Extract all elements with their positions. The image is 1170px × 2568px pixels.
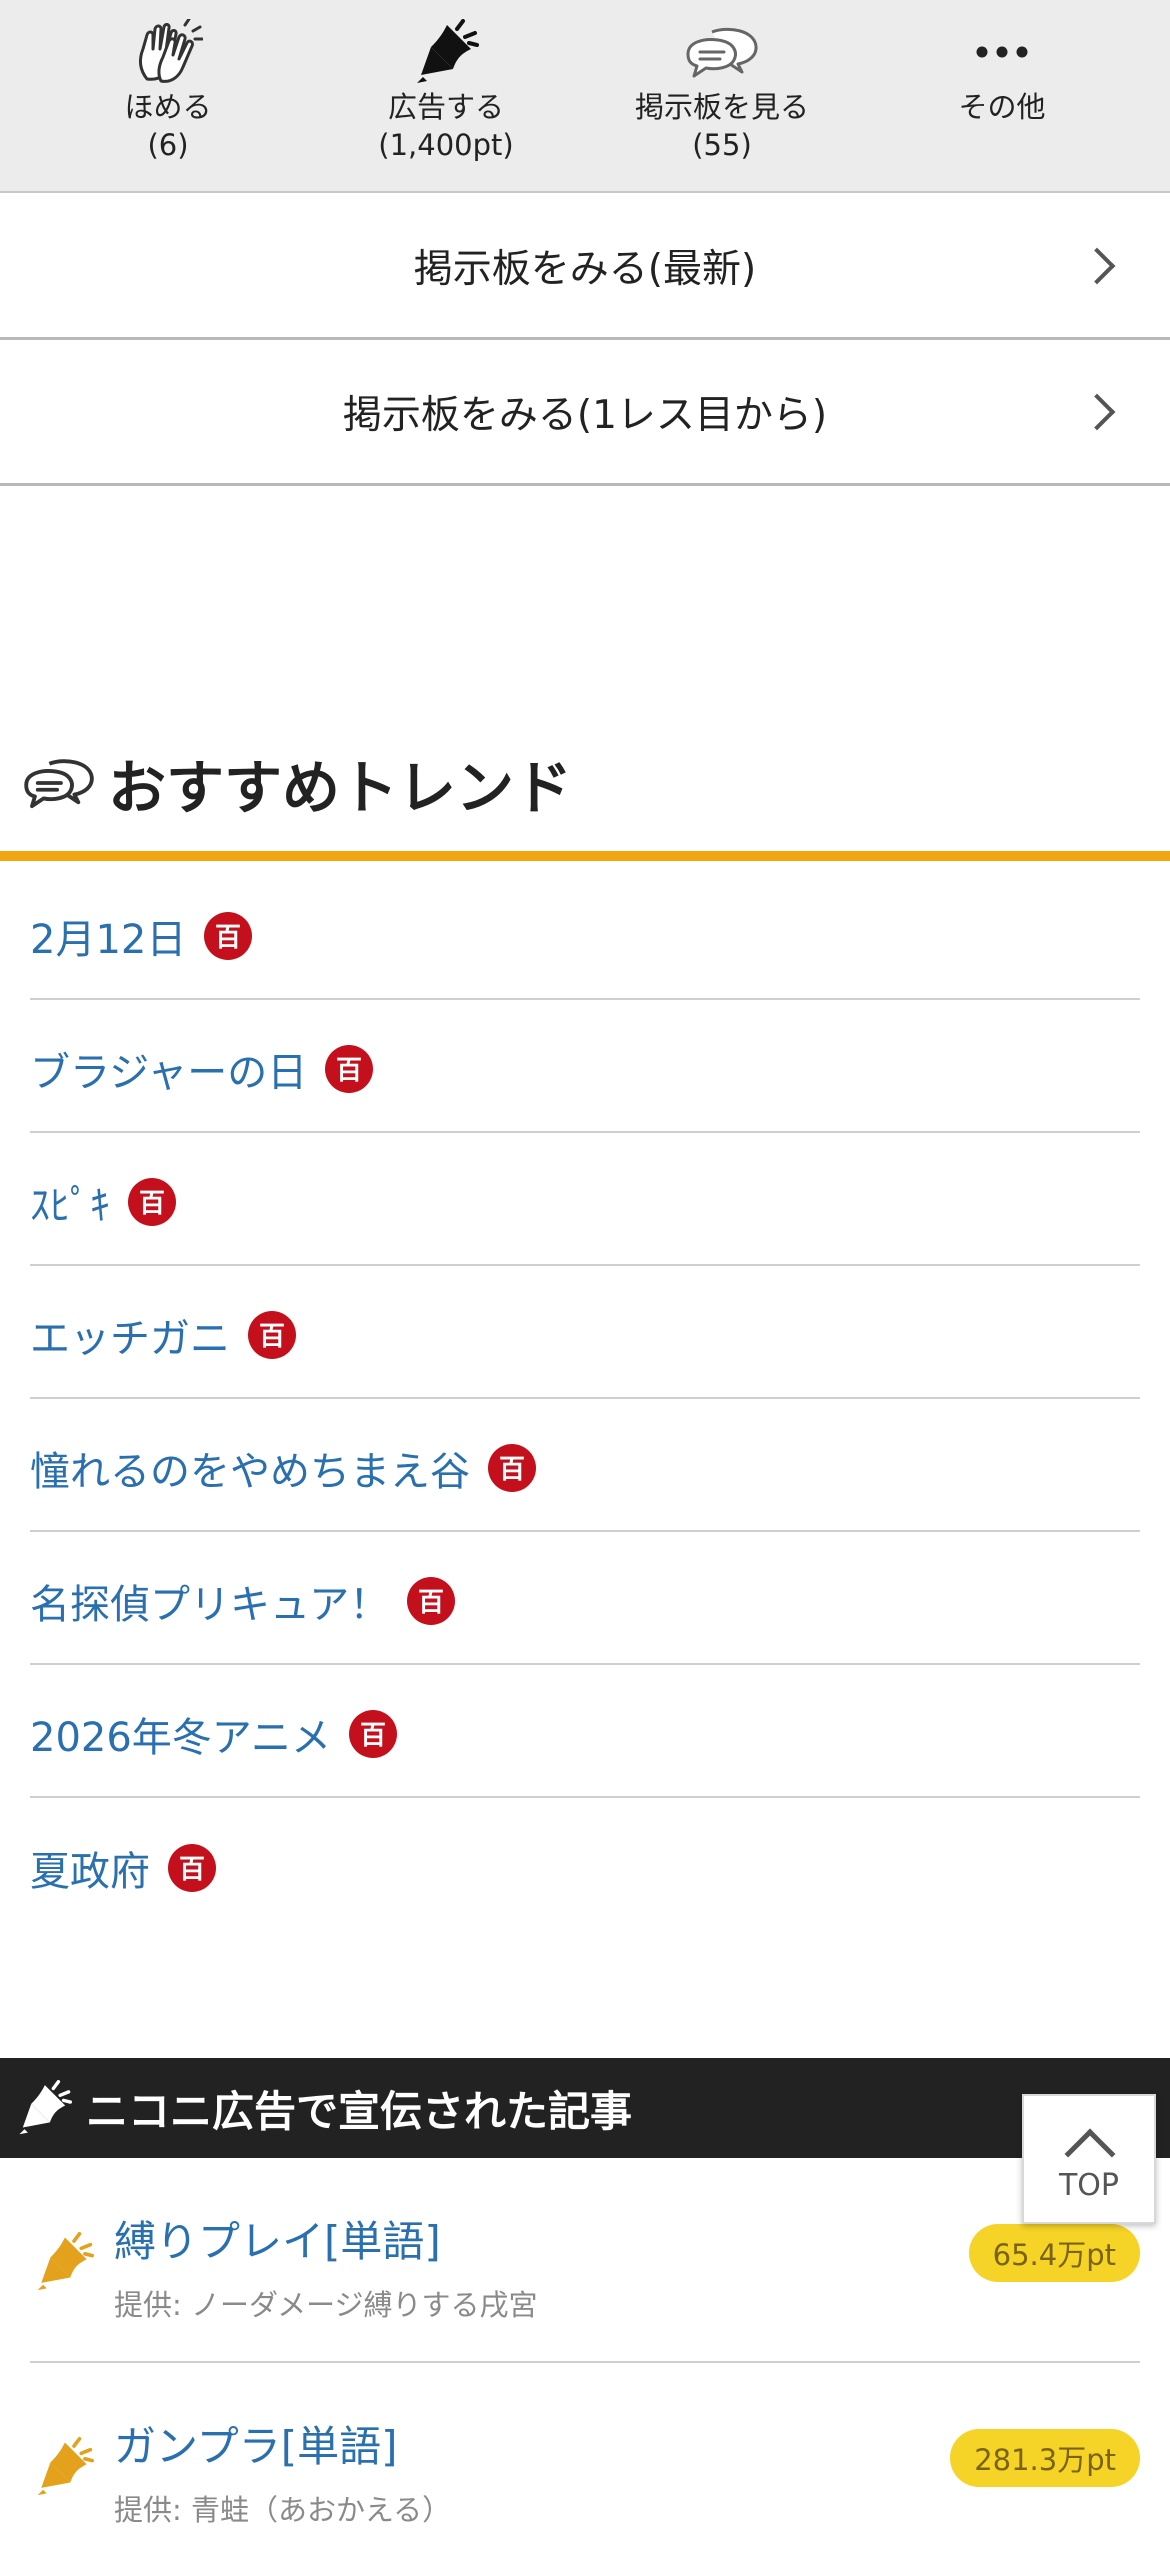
- chevron-right-icon: [1078, 393, 1116, 431]
- ad-item-sponsor: 提供: ノーダメージ縛りする戌宮: [114, 2288, 538, 2322]
- svg-text:百: 百: [179, 1855, 205, 1885]
- hyaku-badge-icon: 百: [488, 1443, 536, 1492]
- praise-count: (6): [147, 128, 189, 162]
- trend-item[interactable]: 名探偵プリキュア！ 百: [30, 1532, 1140, 1665]
- trends-divider: [0, 851, 1170, 861]
- praise-label: ほめる: [124, 90, 212, 124]
- ad-item[interactable]: 縛りプレイ[単語] 提供: ノーダメージ縛りする戌宮 65.4万pt: [30, 2158, 1140, 2363]
- ads-title: ニコニ広告で宣伝された記事: [86, 2086, 633, 2136]
- board-latest-link[interactable]: 掲示板をみる(最新): [0, 195, 1170, 340]
- trends-title: おすすめトレンド: [108, 754, 573, 822]
- trends-header: おすすめトレンド: [0, 738, 1170, 828]
- more-label: その他: [958, 90, 1046, 124]
- advertise-label: 広告する: [387, 90, 504, 124]
- ad-list: 縛りプレイ[単語] 提供: ノーダメージ縛りする戌宮 65.4万pt ガンプラ[…: [30, 2158, 1140, 2568]
- chevron-right-icon: [1078, 247, 1116, 285]
- view-board-count: (55): [692, 128, 752, 162]
- trend-item[interactable]: 2月12日 百: [30, 867, 1140, 1000]
- trend-item[interactable]: ｽﾋﾟｷ 百: [30, 1133, 1140, 1266]
- svg-text:百: 百: [499, 1455, 525, 1485]
- praise-button[interactable]: ほめる (6): [28, 16, 308, 164]
- back-to-top-button[interactable]: TOP: [1022, 2094, 1156, 2224]
- view-board-button[interactable]: 掲示板を見る (55): [582, 16, 862, 164]
- trend-item[interactable]: エッチガニ 百: [30, 1266, 1140, 1399]
- board-from-first-label: 掲示板をみる(1レス目から): [342, 393, 828, 438]
- svg-text:百: 百: [418, 1588, 444, 1618]
- clapping-hands-icon: [28, 16, 308, 88]
- megaphone-icon: [34, 2437, 94, 2501]
- speech-bubbles-icon: [22, 756, 96, 810]
- trend-item-label: ｽﾋﾟｷ: [30, 1182, 110, 1229]
- hyaku-badge-icon: 百: [248, 1310, 296, 1359]
- trend-item-label: 夏政府: [30, 1848, 150, 1895]
- svg-text:百: 百: [139, 1189, 165, 1219]
- svg-text:百: 百: [336, 1056, 362, 1086]
- ad-item-sponsor: 提供: 青蛙（あおかえる）: [114, 2493, 452, 2527]
- hyaku-badge-icon: 百: [349, 1709, 397, 1758]
- action-bar: ほめる (6) 広告する (1,400pt) 掲示板を見る (55) その他: [0, 0, 1170, 193]
- trend-item-label: 2月12日: [30, 916, 187, 963]
- ad-points-badge: 65.4万pt: [968, 2224, 1140, 2282]
- trend-item[interactable]: 憧れるのをやめちまえ谷 百: [30, 1399, 1140, 1532]
- ad-item-title[interactable]: ガンプラ[単語]: [114, 2413, 398, 2474]
- speech-bubbles-icon: [582, 16, 862, 88]
- megaphone-icon: [34, 2232, 94, 2296]
- trend-item-label: エッチガニ: [30, 1315, 230, 1362]
- trend-item-label: 2026年冬アニメ: [30, 1714, 331, 1761]
- trend-item-label: ブラジャーの日: [30, 1049, 308, 1096]
- ad-item-title[interactable]: 縛りプレイ[単語]: [114, 2208, 441, 2269]
- ad-points-badge: 281.3万pt: [950, 2429, 1140, 2487]
- advertise-button[interactable]: 広告する (1,400pt): [306, 16, 586, 164]
- more-button[interactable]: その他: [862, 16, 1142, 126]
- trend-item[interactable]: 2026年冬アニメ 百: [30, 1665, 1140, 1798]
- svg-text:百: 百: [215, 923, 241, 953]
- megaphone-icon: [16, 2080, 72, 2136]
- more-dots-icon: [862, 16, 1142, 88]
- hyaku-badge-icon: 百: [168, 1843, 216, 1892]
- hyaku-badge-icon: 百: [128, 1177, 176, 1226]
- board-from-first-link[interactable]: 掲示板をみる(1レス目から): [0, 341, 1170, 486]
- ad-item[interactable]: ガンプラ[単語] 提供: 青蛙（あおかえる） 281.3万pt: [30, 2363, 1140, 2568]
- svg-text:百: 百: [360, 1721, 386, 1751]
- hyaku-badge-icon: 百: [204, 911, 253, 960]
- ads-header: ニコニ広告で宣伝された記事: [0, 2058, 1170, 2158]
- back-to-top-label: TOP: [1058, 2168, 1120, 2203]
- view-board-label: 掲示板を見る: [634, 90, 809, 124]
- trend-item[interactable]: ブラジャーの日 百: [30, 1000, 1140, 1133]
- hyaku-badge-icon: 百: [407, 1576, 456, 1625]
- trend-list: 2月12日 百 ブラジャーの日 百 ｽﾋﾟｷ 百 エッチガニ 百 憧れるのをやめ…: [30, 867, 1140, 1931]
- trend-item-label: 憧れるのをやめちまえ谷: [30, 1448, 470, 1495]
- trend-item[interactable]: 夏政府 百: [30, 1798, 1140, 1931]
- advertise-points: (1,400pt): [378, 128, 514, 162]
- svg-text:百: 百: [259, 1322, 285, 1352]
- board-latest-label: 掲示板をみる(最新): [413, 247, 757, 292]
- hyaku-badge-icon: 百: [325, 1044, 374, 1093]
- megaphone-icon: [306, 16, 586, 88]
- trend-item-label: 名探偵プリキュア！: [30, 1581, 390, 1628]
